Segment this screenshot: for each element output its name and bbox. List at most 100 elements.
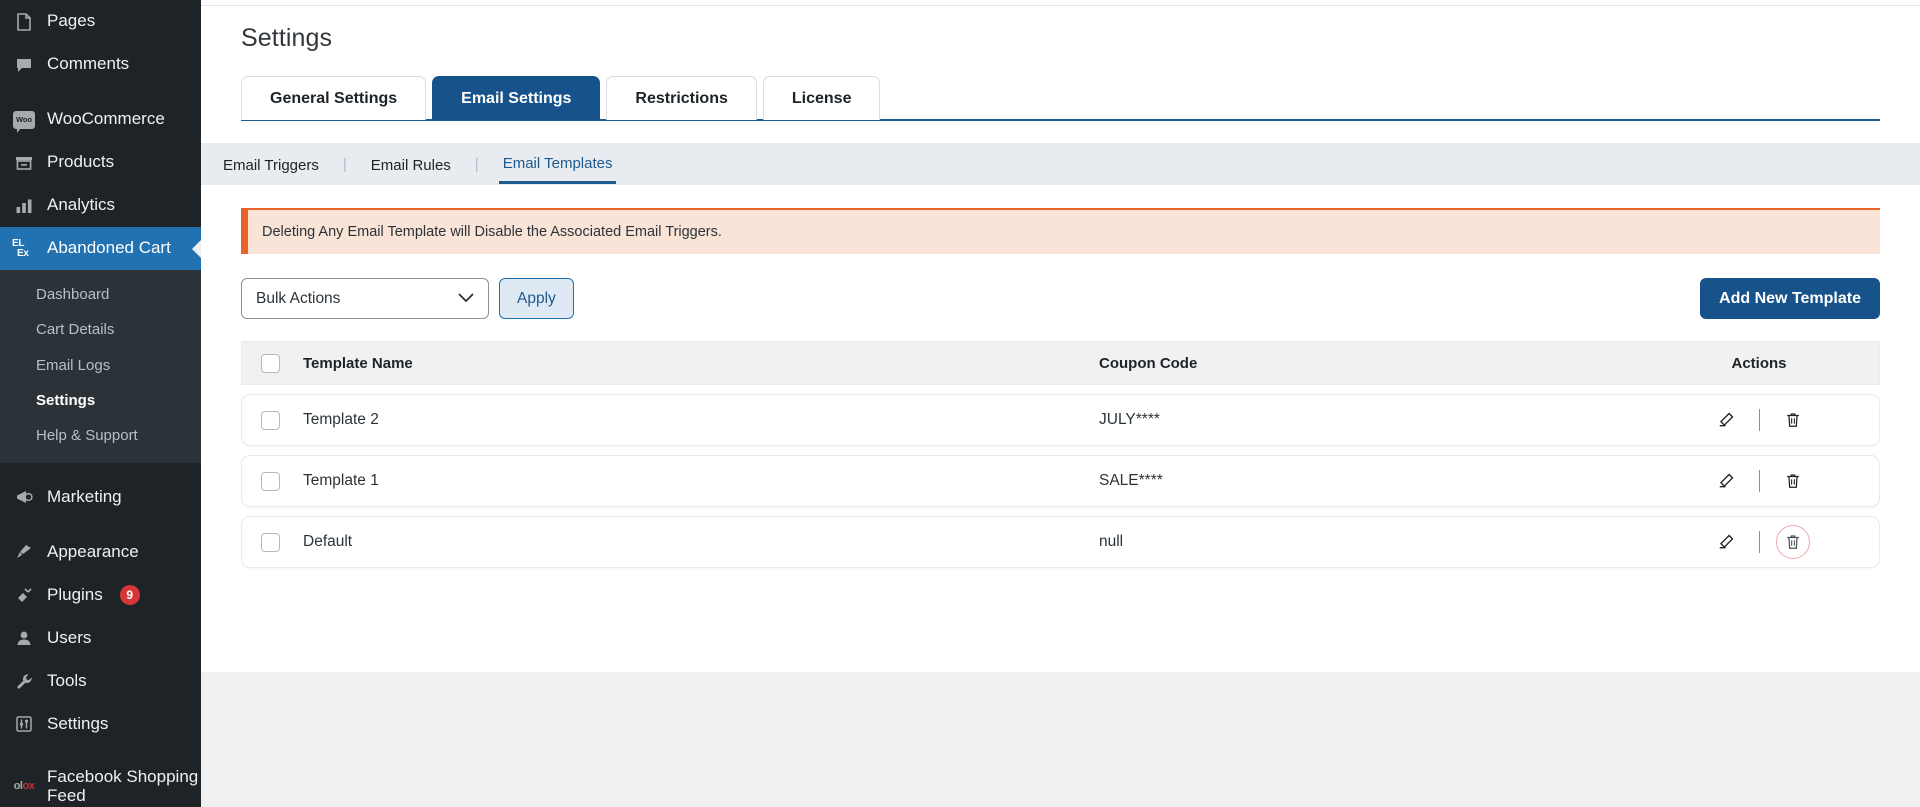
row-checkbox[interactable] <box>261 471 280 491</box>
table-row: Template 1 SALE**** <box>241 455 1880 507</box>
edit-button[interactable] <box>1709 525 1743 559</box>
row-checkbox[interactable] <box>261 410 280 430</box>
table-row: Template 2 JULY**** <box>241 394 1880 446</box>
bulk-actions-select[interactable]: Bulk Actions <box>241 278 489 319</box>
apply-button[interactable]: Apply <box>499 278 574 319</box>
pages-icon <box>12 10 36 34</box>
facebook-shopping-feed-icon: olox <box>12 774 36 798</box>
plugins-update-badge: 9 <box>119 584 140 605</box>
edit-button[interactable] <box>1709 403 1743 437</box>
settings-page: Settings General Settings Email Settings… <box>201 6 1920 672</box>
trash-icon <box>1786 474 1799 488</box>
action-divider <box>1758 409 1760 431</box>
sidebar-item-label: Settings <box>47 713 109 733</box>
submenu-item-cart-details[interactable]: Cart Details <box>0 312 201 347</box>
cell-coupon-code: SALE**** <box>1099 472 1163 489</box>
subtab-email-triggers[interactable]: Email Triggers <box>219 146 323 183</box>
email-templates-table: Template Name Coupon Code Actions Templa… <box>241 341 1880 568</box>
trash-icon <box>1786 413 1799 427</box>
tab-license[interactable]: License <box>762 76 881 120</box>
cell-actions <box>1659 464 1859 498</box>
admin-sidebar: Pages Comments Woo WooCommerce Products <box>0 0 201 807</box>
delete-button[interactable] <box>1776 464 1810 498</box>
sidebar-item-label: Marketing <box>47 486 122 506</box>
appearance-icon <box>12 540 36 564</box>
trash-icon <box>1786 535 1799 549</box>
sidebar-divider <box>0 463 201 475</box>
row-checkbox[interactable] <box>261 532 280 552</box>
sidebar-item-plugins[interactable]: Plugins 9 <box>0 573 201 616</box>
woo-logo-text: Woo <box>13 110 35 133</box>
tab-restrictions[interactable]: Restrictions <box>606 76 757 120</box>
abandoned-cart-submenu: Dashboard Cart Details Email Logs Settin… <box>0 270 201 464</box>
row-select-cell <box>261 471 293 491</box>
subtab-email-rules[interactable]: Email Rules <box>367 146 455 183</box>
submenu-item-email-logs[interactable]: Email Logs <box>0 348 201 383</box>
subtab-email-templates[interactable]: Email Templates <box>498 144 617 184</box>
subtab-separator: | <box>342 155 347 173</box>
sidebar-item-label: WooCommerce <box>47 109 165 129</box>
select-all-checkbox[interactable] <box>261 353 280 373</box>
pencil-icon <box>1719 473 1734 487</box>
sidebar-item-appearance[interactable]: Appearance <box>0 530 201 573</box>
table-header-row: Template Name Coupon Code Actions <box>241 341 1880 385</box>
elex-icon: EL Ex <box>12 237 36 261</box>
sidebar-item-analytics[interactable]: Analytics <box>0 184 201 227</box>
column-header-actions: Actions <box>1731 354 1787 372</box>
sidebar-item-label: Abandoned Cart <box>47 238 171 258</box>
chevron-down-icon <box>458 292 474 305</box>
subtab-separator: | <box>474 155 479 173</box>
sidebar-item-products[interactable]: Products <box>0 141 201 184</box>
sidebar-item-abandoned-cart[interactable]: EL Ex Abandoned Cart <box>0 227 201 270</box>
sidebar-item-facebook-shopping-feed[interactable]: olox Facebook Shopping Feed <box>0 757 201 807</box>
column-header-template-name: Template Name <box>303 354 413 372</box>
submenu-item-settings[interactable]: Settings <box>0 383 201 418</box>
delete-button[interactable] <box>1776 403 1810 437</box>
submenu-item-help-support[interactable]: Help & Support <box>0 418 201 453</box>
sidebar-divider <box>0 518 201 530</box>
table-row: Default null <box>241 516 1880 568</box>
cell-template-name: Template 2 <box>303 411 379 428</box>
table-toolbar: Bulk Actions Apply Add New Template <box>241 278 1880 319</box>
tab-general-settings[interactable]: General Settings <box>241 76 427 120</box>
row-select-cell <box>261 410 293 430</box>
cell-template-name: Template 1 <box>303 472 379 489</box>
sidebar-item-label: Appearance <box>47 541 139 561</box>
action-divider <box>1758 470 1760 492</box>
fb-logo-part2: ox <box>22 779 35 792</box>
add-new-template-button[interactable]: Add New Template <box>1700 278 1880 319</box>
warning-notice: Deleting Any Email Template will Disable… <box>241 208 1880 254</box>
row-select-cell <box>261 532 293 552</box>
sidebar-divider <box>0 86 201 98</box>
settings-tabs: General Settings Email Settings Restrict… <box>241 75 1880 121</box>
submenu-item-dashboard[interactable]: Dashboard <box>0 277 201 312</box>
column-header-coupon-code: Coupon Code <box>1099 354 1198 372</box>
sidebar-item-tools[interactable]: Tools <box>0 659 201 702</box>
sidebar-item-comments[interactable]: Comments <box>0 43 201 86</box>
sidebar-item-users[interactable]: Users <box>0 616 201 659</box>
main-content: Settings General Settings Email Settings… <box>201 0 1920 807</box>
sidebar-item-settings[interactable]: Settings <box>0 702 201 745</box>
sidebar-item-pages[interactable]: Pages <box>0 0 201 43</box>
plugins-icon <box>12 583 36 607</box>
delete-button[interactable] <box>1775 525 1810 559</box>
edit-button[interactable] <box>1709 464 1743 498</box>
cell-actions <box>1659 403 1859 437</box>
sidebar-item-marketing[interactable]: Marketing <box>0 475 201 518</box>
sidebar-item-label: Analytics <box>47 195 116 215</box>
settings-icon <box>12 712 36 736</box>
cell-actions <box>1659 525 1859 559</box>
sidebar-item-label: Plugins <box>47 584 103 604</box>
users-icon <box>12 626 36 650</box>
pencil-icon <box>1719 534 1734 548</box>
cell-template-name: Default <box>303 533 353 550</box>
sidebar-item-label: Products <box>47 152 115 172</box>
sidebar-item-label: Comments <box>47 54 130 74</box>
sidebar-item-label: Users <box>47 627 92 647</box>
sidebar-item-label: Pages <box>47 11 96 31</box>
email-settings-subtabs: Email Triggers | Email Rules | Email Tem… <box>201 143 1920 185</box>
tab-email-settings[interactable]: Email Settings <box>432 76 601 120</box>
tools-icon <box>12 669 36 693</box>
analytics-icon <box>12 194 36 218</box>
sidebar-item-woocommerce[interactable]: Woo WooCommerce <box>0 98 201 141</box>
